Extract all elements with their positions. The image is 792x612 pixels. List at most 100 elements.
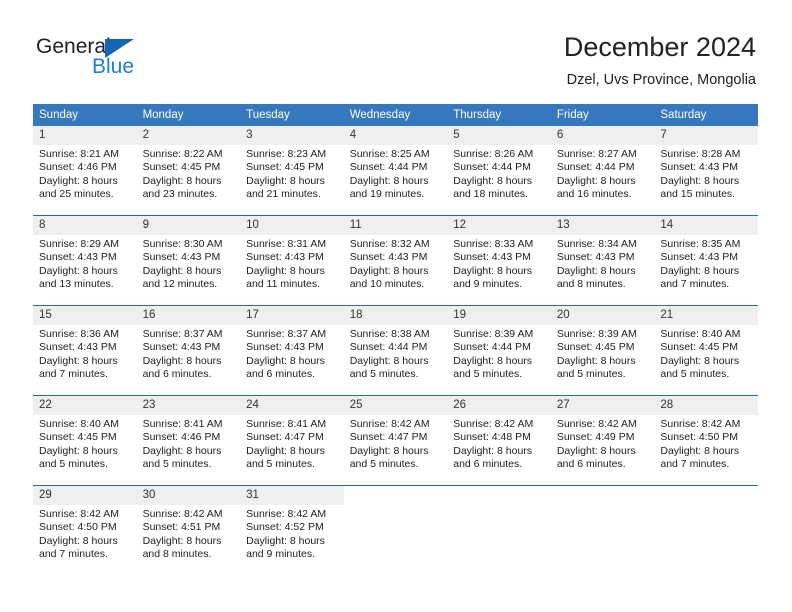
day-daylight-text: Daylight: 8 hours (246, 534, 325, 547)
day-info: Sunrise: 8:21 AM Sunset: 4:46 PM Daylight:… (33, 145, 137, 201)
day-daylight-text: Daylight: 8 hours (349, 264, 429, 277)
calendar-day-cell[interactable]: 3 Sunrise: 8:23 AM Sunset: 4:45 PM Daylight… (240, 126, 344, 216)
day-daylight-text: Daylight: 8 hours (142, 174, 222, 187)
calendar-day-cell[interactable]: 20 Sunrise: 8:39 AM Sunset: 4:45 PM Dayligh… (550, 305, 655, 396)
day-sunrise-text: Sunrise: 8:41 AM (142, 418, 223, 430)
calendar-page: General Blue December 2024 Dzel, Uvs Pro… (0, 0, 792, 612)
calendar-day-cell[interactable]: 18 Sunrise: 8:38 AM Sunset: 4:44 PM Dayligh… (343, 305, 448, 396)
day-sunset-text: Sunset: 4:52 PM (246, 521, 324, 534)
calendar-day-cell[interactable]: 31 Sunrise: 8:42 AM Sunset: 4:52 PM Dayligh… (240, 485, 344, 575)
calendar-day-cell[interactable]: 17 Sunrise: 8:37 AM Sunset: 4:43 PM Dayligh… (240, 305, 344, 396)
calendar-day-cell[interactable]: 11 Sunrise: 8:32 AM Sunset: 4:43 PM Dayligh… (343, 215, 448, 306)
day-info: Sunrise: 8:30 AM Sunset: 4:43 PM Daylight:… (137, 235, 241, 291)
day-daylight-text: and 12 minutes. (142, 277, 218, 290)
calendar-day-cell[interactable]: 2 Sunrise: 8:22 AM Sunset: 4:45 PM Daylight… (136, 126, 241, 216)
day-info: Sunrise: 8:42 AM Sunset: 4:52 PM Daylight:… (240, 505, 344, 561)
calendar-day-cell[interactable]: 7 Sunrise: 8:28 AM Sunset: 4:43 PM Daylight… (654, 126, 758, 216)
calendar-week-row: 8 Sunrise: 8:29 AM Sunset: 4:43 PM Daylight… (33, 215, 758, 306)
day-sunset-text: Sunset: 4:44 PM (349, 341, 428, 354)
day-info: Sunrise: 8:33 AM Sunset: 4:43 PM Daylight:… (447, 235, 551, 291)
day-daylight-text: and 9 minutes. (246, 547, 316, 560)
weekday-header-monday: Monday (136, 104, 241, 126)
day-daylight-text: and 21 minutes. (246, 187, 321, 200)
calendar-day-cell[interactable]: 21 Sunrise: 8:40 AM Sunset: 4:45 PM Dayligh… (654, 305, 758, 396)
day-daylight-text: and 7 minutes. (660, 277, 730, 290)
day-info: Sunrise: 8:29 AM Sunset: 4:43 PM Daylight:… (33, 235, 137, 291)
general-blue-logo[interactable]: General Blue (36, 36, 196, 88)
calendar-day-cell[interactable]: 1 Sunrise: 8:21 AM Sunset: 4:46 PM Daylight… (33, 126, 137, 216)
calendar-day-cell[interactable]: 24 Sunrise: 8:41 AM Sunset: 4:47 PM Dayligh… (240, 395, 344, 486)
day-number: 11 (343, 216, 448, 235)
calendar-day-cell[interactable]: 14 Sunrise: 8:35 AM Sunset: 4:43 PM Dayligh… (654, 215, 758, 306)
calendar-day-cell[interactable]: 15 Sunrise: 8:36 AM Sunset: 4:43 PM Dayligh… (33, 305, 137, 396)
day-info: Sunrise: 8:42 AM Sunset: 4:47 PM Daylight:… (344, 415, 448, 471)
day-number: 30 (136, 486, 241, 505)
day-daylight-text: and 5 minutes. (556, 367, 626, 380)
calendar-day-cell[interactable]: 5 Sunrise: 8:26 AM Sunset: 4:44 PM Daylight… (447, 126, 551, 216)
day-number: 14 (654, 216, 758, 235)
calendar-day-cell[interactable]: 23 Sunrise: 8:41 AM Sunset: 4:46 PM Dayligh… (136, 395, 241, 486)
day-sunset-text: Sunset: 4:46 PM (39, 161, 117, 174)
day-daylight-text: Daylight: 8 hours (142, 444, 222, 457)
calendar-day-cell[interactable]: 26 Sunrise: 8:42 AM Sunset: 4:48 PM Dayligh… (447, 395, 551, 486)
day-sunset-text: Sunset: 4:45 PM (142, 161, 221, 174)
day-daylight-text: and 5 minutes. (349, 367, 419, 380)
calendar-day-cell[interactable]: 30 Sunrise: 8:42 AM Sunset: 4:51 PM Dayligh… (136, 485, 241, 575)
calendar-day-cell[interactable]: 10 Sunrise: 8:31 AM Sunset: 4:43 PM Dayligh… (240, 215, 344, 306)
day-daylight-text: Daylight: 8 hours (660, 444, 740, 457)
day-sunset-text: Sunset: 4:45 PM (39, 431, 117, 444)
day-daylight-text: Daylight: 8 hours (660, 264, 740, 277)
day-daylight-text: Daylight: 8 hours (453, 174, 533, 187)
day-sunrise-text: Sunrise: 8:39 AM (453, 328, 534, 340)
day-number: 28 (654, 396, 758, 415)
calendar-day-cell[interactable]: 28 Sunrise: 8:42 AM Sunset: 4:50 PM Dayligh… (654, 395, 758, 486)
day-daylight-text: Daylight: 8 hours (39, 354, 118, 367)
day-daylight-text: Daylight: 8 hours (556, 354, 636, 367)
day-number (551, 486, 655, 505)
calendar-day-cell[interactable]: 27 Sunrise: 8:42 AM Sunset: 4:49 PM Dayligh… (550, 395, 655, 486)
day-number: 13 (550, 216, 655, 235)
calendar-body: 1 Sunrise: 8:21 AM Sunset: 4:46 PM Daylight… (33, 126, 758, 575)
day-sunrise-text: Sunrise: 8:42 AM (142, 508, 223, 520)
day-sunrise-text: Sunrise: 8:33 AM (453, 238, 534, 250)
day-info: Sunrise: 8:37 AM Sunset: 4:43 PM Daylight:… (137, 325, 241, 381)
day-info: Sunrise: 8:42 AM Sunset: 4:49 PM Daylight:… (551, 415, 655, 471)
day-info: Sunrise: 8:42 AM Sunset: 4:51 PM Daylight:… (137, 505, 241, 561)
calendar-week-row: 15 Sunrise: 8:36 AM Sunset: 4:43 PM Dayligh… (33, 305, 758, 396)
page-header: General Blue December 2024 Dzel, Uvs Pro… (0, 0, 792, 96)
day-sunset-text: Sunset: 4:49 PM (556, 431, 635, 444)
calendar-day-cell[interactable]: 29 Sunrise: 8:42 AM Sunset: 4:50 PM Dayligh… (33, 485, 137, 575)
day-daylight-text: and 8 minutes. (556, 277, 626, 290)
calendar-day-cell[interactable]: 8 Sunrise: 8:29 AM Sunset: 4:43 PM Daylight… (33, 215, 137, 306)
calendar-day-cell[interactable]: 13 Sunrise: 8:34 AM Sunset: 4:43 PM Dayligh… (550, 215, 655, 306)
calendar-day-cell[interactable]: 9 Sunrise: 8:30 AM Sunset: 4:43 PM Daylight… (136, 215, 241, 306)
calendar-day-cell[interactable]: 19 Sunrise: 8:39 AM Sunset: 4:44 PM Dayligh… (447, 305, 551, 396)
day-sunset-text: Sunset: 4:43 PM (142, 251, 221, 264)
day-number: 17 (240, 306, 344, 325)
calendar-day-cell[interactable]: 6 Sunrise: 8:27 AM Sunset: 4:44 PM Daylight… (550, 126, 655, 216)
calendar-day-cell[interactable]: 16 Sunrise: 8:37 AM Sunset: 4:43 PM Dayligh… (136, 305, 241, 396)
weekday-header-saturday: Saturday (654, 104, 758, 126)
calendar-day-cell-empty (550, 485, 655, 575)
day-sunset-text: Sunset: 4:44 PM (556, 161, 635, 174)
day-info: Sunrise: 8:25 AM Sunset: 4:44 PM Daylight:… (344, 145, 448, 201)
day-sunset-text: Sunset: 4:44 PM (349, 161, 428, 174)
day-daylight-text: and 5 minutes. (39, 457, 108, 470)
day-sunrise-text: Sunrise: 8:22 AM (142, 148, 223, 160)
day-daylight-text: Daylight: 8 hours (453, 354, 533, 367)
day-info: Sunrise: 8:23 AM Sunset: 4:45 PM Daylight:… (240, 145, 344, 201)
logo-text-blue: Blue (92, 55, 135, 78)
day-info: Sunrise: 8:42 AM Sunset: 4:50 PM Daylight:… (33, 505, 137, 561)
calendar-day-cell[interactable]: 25 Sunrise: 8:42 AM Sunset: 4:47 PM Dayligh… (343, 395, 448, 486)
day-info: Sunrise: 8:41 AM Sunset: 4:46 PM Daylight:… (137, 415, 241, 471)
calendar-day-cell[interactable]: 12 Sunrise: 8:33 AM Sunset: 4:43 PM Dayligh… (447, 215, 551, 306)
calendar-day-cell[interactable]: 22 Sunrise: 8:40 AM Sunset: 4:45 PM Dayligh… (33, 395, 137, 486)
calendar-header-row: Sunday Monday Tuesday Wednesday Thursday… (33, 104, 758, 126)
day-sunrise-text: Sunrise: 8:42 AM (39, 508, 119, 520)
day-info: Sunrise: 8:35 AM Sunset: 4:43 PM Daylight:… (654, 235, 758, 291)
day-number: 7 (654, 126, 758, 145)
day-sunrise-text: Sunrise: 8:26 AM (453, 148, 534, 160)
day-daylight-text: Daylight: 8 hours (142, 264, 222, 277)
calendar-day-cell[interactable]: 4 Sunrise: 8:25 AM Sunset: 4:44 PM Daylight… (343, 126, 448, 216)
day-daylight-text: and 25 minutes. (39, 187, 114, 200)
